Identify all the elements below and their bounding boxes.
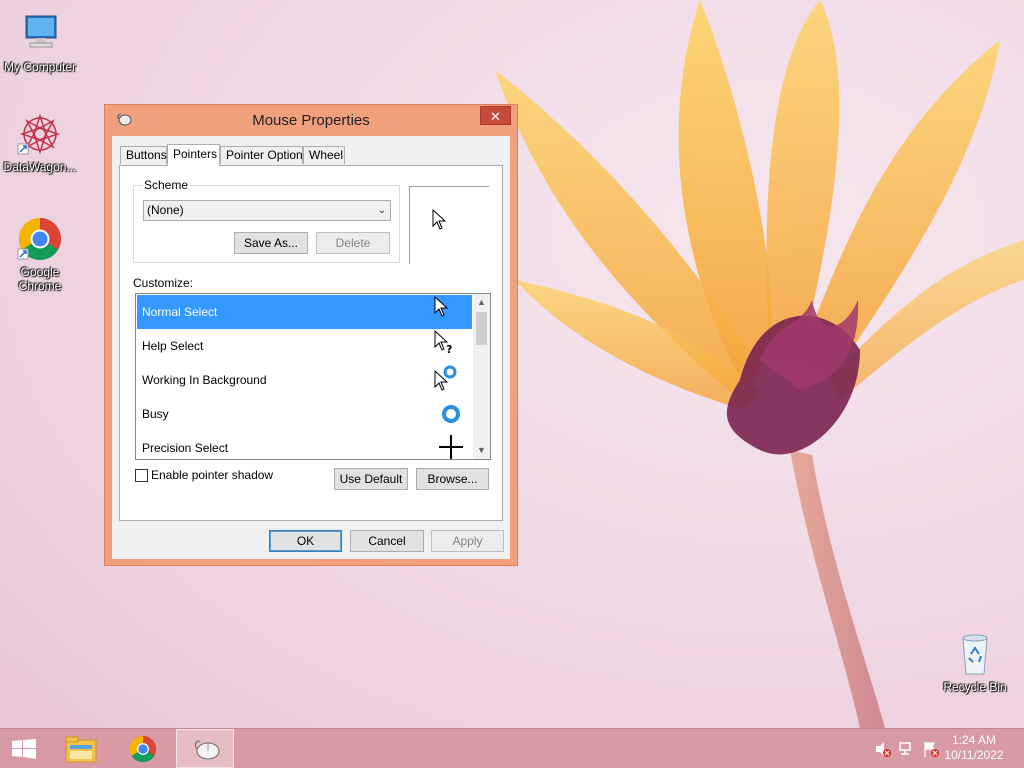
desktop-icon-label: DataWagon... <box>3 160 77 174</box>
taskbar-file-explorer[interactable] <box>52 729 110 768</box>
list-item[interactable]: Help Select ? <box>137 329 472 363</box>
chevron-down-icon: ⌄ <box>377 205 386 216</box>
help-cursor-icon: ? <box>434 329 452 356</box>
enable-pointer-shadow-label: Enable pointer shadow <box>151 468 274 482</box>
list-item[interactable]: Normal Select <box>137 295 472 329</box>
start-icon <box>12 739 36 759</box>
tab-pointer-options[interactable]: Pointer Options <box>220 146 309 164</box>
dialog-client-area: Buttons Pointers Pointer Options Wheel S… <box>112 136 510 559</box>
arrow-cursor-icon <box>432 209 447 230</box>
taskbar-mouse-properties[interactable] <box>176 729 234 768</box>
datawagon-icon <box>16 110 64 158</box>
speaker-muted-icon[interactable] <box>874 740 892 758</box>
taskbar-chrome[interactable] <box>114 729 172 768</box>
desktop-icon-label: My Computer <box>3 60 77 74</box>
clock-date: 10/11/2022 <box>944 748 1004 762</box>
desktop-icon-my-computer[interactable]: My Computer <box>0 10 80 74</box>
save-as-button[interactable]: Save As... <box>234 232 308 254</box>
list-item[interactable]: Precision Select <box>137 431 472 459</box>
chrome-icon <box>16 215 64 263</box>
apply-button[interactable]: Apply <box>431 530 504 552</box>
recycle-bin-icon <box>951 630 999 678</box>
list-item[interactable]: Working In Background <box>137 363 472 397</box>
taskbar: 1:24 AM 10/11/2022 <box>0 728 1024 768</box>
pointer-preview <box>409 186 489 264</box>
use-default-button[interactable]: Use Default <box>334 468 408 490</box>
arrow-cursor-icon <box>434 295 449 317</box>
pointer-name: Help Select <box>142 339 204 353</box>
desktop-icon-recycle-bin[interactable]: Recycle Bin <box>935 630 1015 694</box>
desktop-icon-datawagon[interactable]: DataWagon... <box>0 110 80 174</box>
cancel-button[interactable]: Cancel <box>350 530 424 552</box>
pointer-name: Precision Select <box>142 441 229 455</box>
scheme-group-label: Scheme <box>142 178 191 192</box>
customize-label: Customize: <box>133 276 194 290</box>
enable-pointer-shadow-checkbox[interactable] <box>135 469 148 482</box>
tab-buttons[interactable]: Buttons <box>120 146 167 164</box>
tab-pointers[interactable]: Pointers <box>167 144 220 166</box>
ok-button[interactable]: OK <box>269 530 342 552</box>
pointer-name: Busy <box>142 407 169 421</box>
computer-icon <box>16 10 64 58</box>
close-icon: ✕ <box>490 109 501 124</box>
desktop-icon-label: Recycle Bin <box>943 680 1007 694</box>
scheme-selected-value: (None) <box>147 203 184 217</box>
list-scrollbar[interactable]: ▲ ▼ <box>473 294 490 459</box>
desktop-icon-google-chrome[interactable]: Google Chrome <box>0 215 80 293</box>
pointers-tab-page: Scheme (None) ⌄ Save As... Delete Custom… <box>119 165 503 521</box>
dialog-title: Mouse Properties <box>252 112 370 129</box>
svg-text:?: ? <box>446 343 452 356</box>
scroll-thumb[interactable] <box>476 312 487 345</box>
pointer-name: Working In Background <box>142 373 267 387</box>
start-button[interactable] <box>0 729 48 768</box>
scroll-up-icon[interactable]: ▲ <box>473 294 490 311</box>
scroll-down-icon[interactable]: ▼ <box>473 442 490 459</box>
busy-cursor-icon <box>442 405 460 423</box>
pointer-name: Normal Select <box>142 305 218 319</box>
tab-wheel[interactable]: Wheel <box>303 146 345 164</box>
system-clock[interactable]: 1:24 AM 10/11/2022 <box>934 733 1014 763</box>
working-cursor-icon <box>434 365 457 391</box>
desktop-icon-label: Google <box>20 265 60 279</box>
scheme-group: Scheme (None) ⌄ Save As... Delete <box>133 178 400 263</box>
desktop-icon-label: Chrome <box>18 279 62 293</box>
pointer-list[interactable]: Normal Select Help Select ? Working In B… <box>135 293 491 460</box>
browse-button[interactable]: Browse... <box>416 468 489 490</box>
network-icon[interactable] <box>898 740 916 758</box>
crosshair-cursor-icon <box>439 435 463 459</box>
delete-button[interactable]: Delete <box>316 232 390 254</box>
close-button[interactable]: ✕ <box>480 106 511 125</box>
mouse-properties-dialog: Mouse Properties ✕ Buttons Pointers Poin… <box>104 104 518 566</box>
chrome-icon <box>129 735 157 763</box>
clock-time: 1:24 AM <box>951 733 997 747</box>
mouse-properties-icon <box>194 740 220 760</box>
dialog-titlebar[interactable]: Mouse Properties ✕ <box>105 105 517 135</box>
scheme-dropdown[interactable]: (None) ⌄ <box>143 200 391 221</box>
list-item[interactable]: Busy <box>137 397 472 431</box>
file-explorer-icon <box>65 736 97 763</box>
